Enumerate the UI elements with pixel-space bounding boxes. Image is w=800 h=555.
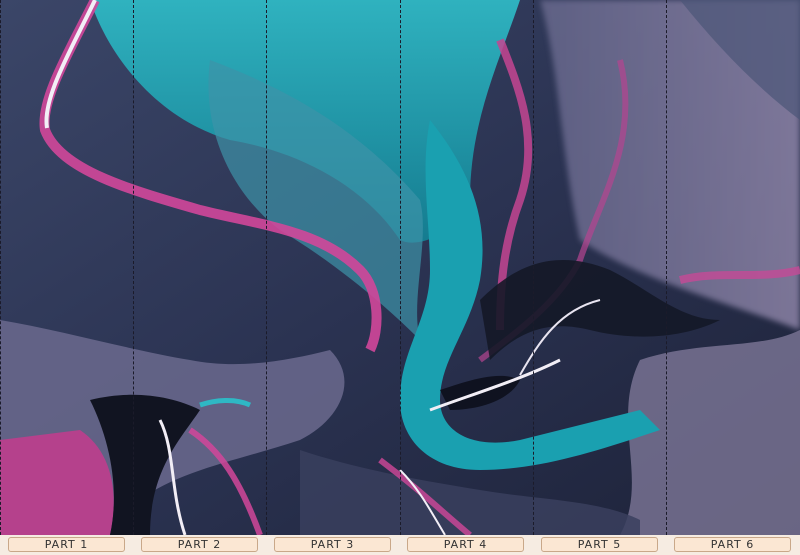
panel-label-part-5: PART 5	[541, 537, 658, 552]
panel-label-part-1: PART 1	[8, 537, 125, 552]
panel-label-part-2: PART 2	[141, 537, 258, 552]
panel-labels-bar: PART 1 PART 2 PART 3 PART 4 PART 5 PART …	[0, 535, 800, 555]
panel-label-part-6: PART 6	[674, 537, 791, 552]
panel-label-part-4: PART 4	[407, 537, 524, 552]
panel-label-part-3: PART 3	[274, 537, 391, 552]
mural-artwork	[0, 0, 800, 535]
fluid-art-image	[0, 0, 800, 535]
